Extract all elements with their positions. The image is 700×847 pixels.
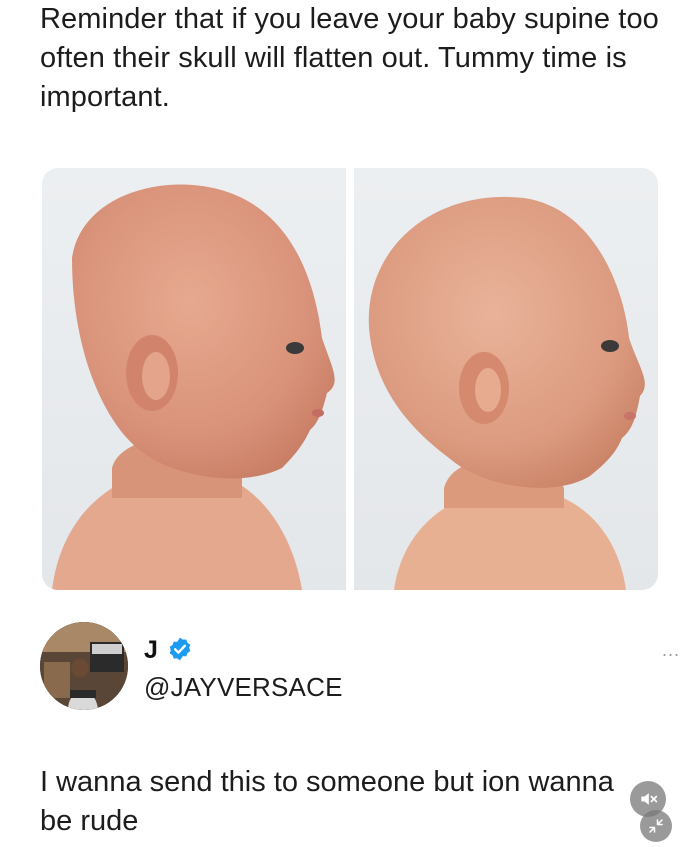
user-handle[interactable]: @JAYVERSACE — [144, 672, 343, 703]
display-name[interactable]: J — [144, 636, 158, 665]
avatar[interactable] — [40, 622, 128, 710]
post-caption: Reminder that if you leave your baby sup… — [40, 3, 659, 113]
collapse-arrows-icon[interactable] — [640, 810, 672, 842]
photo-grid[interactable] — [42, 168, 658, 590]
more-options-icon[interactable]: ... — [662, 640, 680, 661]
baby-photo-right[interactable] — [354, 168, 658, 590]
tweet-author[interactable]: J @JAYVERSACE ... — [40, 622, 680, 714]
verified-badge-icon — [169, 637, 191, 661]
tweet-text: I wanna send this to someone but ion wan… — [40, 766, 614, 837]
baby-photo-left[interactable] — [42, 168, 346, 590]
